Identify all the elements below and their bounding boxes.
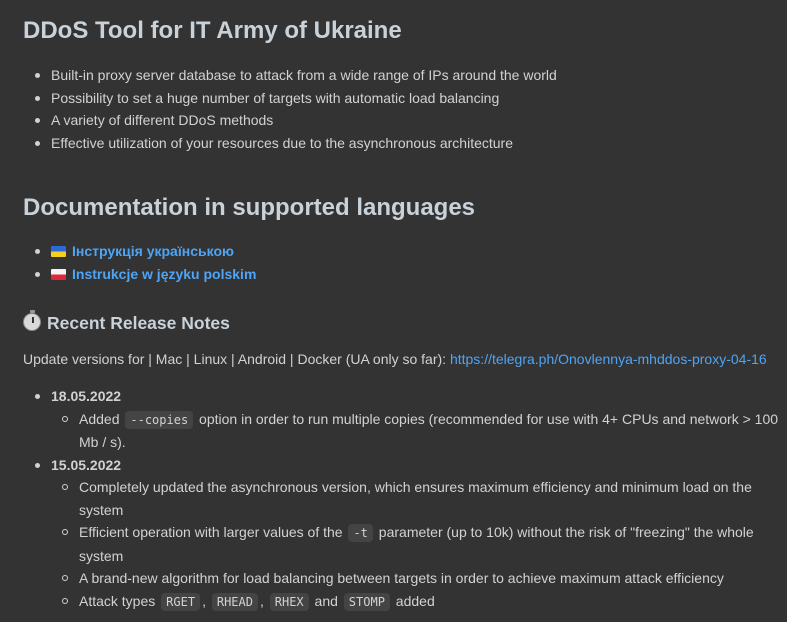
release-item: 18.05.2022 Added --copies option in orde… [23, 385, 783, 454]
features-list: Built-in proxy server database to attack… [23, 64, 783, 154]
separator-text: and [310, 592, 342, 609]
release-date: 18.05.2022 [51, 388, 122, 404]
ukraine-flag-icon [51, 246, 66, 257]
list-item: Possibility to set a huge number of targ… [23, 87, 783, 110]
telegraph-update-link[interactable]: https://telegra.ph/Onovlennya-mhddos-pro… [450, 351, 767, 367]
main-title: DDoS Tool for IT Army of Ukraine [23, 17, 402, 44]
code-snippet: RHEX [269, 592, 309, 611]
change-list: Completely updated the asynchronous vers… [51, 476, 783, 613]
stopwatch-icon [23, 310, 41, 331]
separator-text: , [259, 592, 268, 609]
ukrainian-instructions-link[interactable]: Інструкція українською [72, 243, 234, 259]
update-versions-text: Update versions for | Mac | Linux | Andr… [23, 351, 450, 367]
list-item: Instrukcje w języku polskim [23, 263, 783, 286]
release-list: 18.05.2022 Added --copies option in orde… [23, 385, 783, 613]
list-item: Effective utilization of your resources … [23, 132, 783, 155]
code-snippet: RGET [161, 592, 201, 611]
code-snippet: STOMP [343, 592, 390, 611]
separator-text: , [202, 592, 210, 609]
change-item: Added --copies option in order to run mu… [51, 408, 779, 454]
change-list: Added --copies option in order to run mu… [51, 408, 783, 454]
change-item: A brand-new algorithm for load balancing… [51, 567, 779, 590]
change-item: Attack types RGET, RHEAD, RHEX and STOMP… [51, 590, 779, 614]
code-snippet: RHEAD [211, 592, 258, 611]
change-text: Efficient operation with larger values o… [79, 524, 347, 540]
release-item: 15.05.2022 Completely updated the asynch… [23, 454, 783, 614]
release-date: 15.05.2022 [51, 456, 122, 473]
change-item: Efficient operation with larger values o… [51, 521, 779, 567]
release-notes-title: Recent Release Notes [23, 310, 230, 336]
poland-flag-icon [51, 268, 66, 280]
list-item: Built-in proxy server database to attack… [23, 64, 783, 87]
code-snippet: --copies [125, 410, 194, 429]
list-item: Інструкція українською [23, 240, 783, 263]
documentation-title: Documentation in supported languages [23, 194, 476, 221]
change-item: Completely updated the asynchronous vers… [51, 476, 779, 521]
change-text: added [391, 592, 435, 609]
change-text: Added [79, 410, 124, 427]
update-versions-line: Update versions for | Mac | Linux | Andr… [23, 348, 767, 370]
change-text: Attack types [79, 592, 160, 609]
language-links-list: Інструкція українською Instrukcje w języ… [23, 240, 783, 285]
release-notes-title-text: Recent Release Notes [47, 313, 230, 333]
polish-instructions-link[interactable]: Instrukcje w języku polskim [72, 266, 256, 282]
list-item: A variety of different DDoS methods [23, 109, 783, 132]
code-snippet: -t [348, 524, 373, 542]
